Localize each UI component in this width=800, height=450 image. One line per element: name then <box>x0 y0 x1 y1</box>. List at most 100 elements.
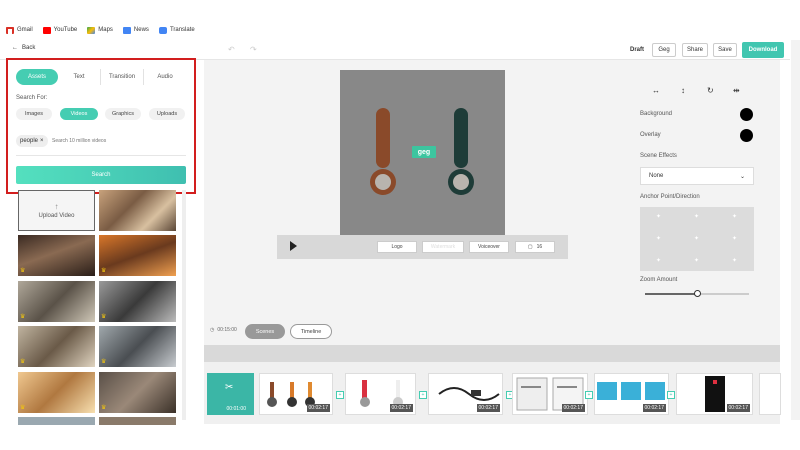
zoom-slider-handle[interactable] <box>694 290 701 297</box>
video-thumbnail[interactable] <box>18 417 95 425</box>
overlay-color-picker[interactable] <box>740 129 753 142</box>
add-scene-button[interactable]: + <box>419 391 427 399</box>
news-icon <box>122 26 131 34</box>
scene-effects-label: Scene Effects <box>640 153 677 159</box>
upload-video-button[interactable]: ↑ Upload Video <box>18 190 95 231</box>
search-button[interactable]: Search <box>16 166 186 184</box>
video-thumbnail[interactable] <box>99 417 176 425</box>
scene-card[interactable]: 00:02:17 <box>512 373 588 415</box>
premium-crown-icon: ♛ <box>101 314 107 320</box>
scene-card[interactable]: 00:02:17 <box>259 373 333 415</box>
premium-crown-icon: ♛ <box>101 359 107 365</box>
anchor-dot[interactable]: ✦ <box>656 257 661 264</box>
scene-card[interactable]: 00:02:17 <box>428 373 503 415</box>
filter-images[interactable]: Images <box>16 108 52 120</box>
filter-videos[interactable]: Videos <box>60 108 98 120</box>
remove-tag-icon[interactable]: × <box>40 138 44 144</box>
canvas-text-overlay[interactable]: geg <box>412 146 436 158</box>
flip-vertical-icon[interactable]: ↕ <box>681 86 685 95</box>
back-button[interactable]: ← Back <box>12 45 35 51</box>
logo-button[interactable]: Logo <box>377 241 417 253</box>
anchor-dot[interactable]: ✦ <box>694 235 699 242</box>
premium-crown-icon: ♛ <box>101 268 107 274</box>
clock-icon: ◷ <box>210 327 215 333</box>
premium-crown-icon: ♛ <box>20 359 26 365</box>
download-button[interactable]: Download <box>742 42 784 58</box>
anchor-point-grid[interactable]: ✦ ✦ ✦ ✦ ✦ ✦ ✦ ✦ ✦ <box>640 207 754 271</box>
video-thumbnail[interactable]: ♛ <box>18 372 95 413</box>
anchor-dot[interactable]: ✦ <box>694 257 699 264</box>
tab-audio[interactable]: Audio <box>144 69 186 85</box>
save-button[interactable]: Save <box>713 43 737 57</box>
add-scene-button[interactable]: + <box>336 391 344 399</box>
background-color-picker[interactable] <box>740 108 753 121</box>
bookmark-youtube[interactable]: YouTube <box>42 26 77 34</box>
background-label: Background <box>640 111 673 117</box>
zoom-label: Zoom Amount <box>640 277 678 283</box>
redo-icon[interactable]: ↷ <box>250 45 257 54</box>
project-name-button[interactable]: Geg <box>652 43 676 57</box>
anchor-dot[interactable]: ✦ <box>656 213 661 220</box>
video-thumbnail[interactable]: ♛ <box>18 235 95 276</box>
premium-crown-icon: ♛ <box>20 268 26 274</box>
watermark-button[interactable]: Watermark <box>422 241 464 253</box>
bookmark-translate[interactable]: Translate <box>158 26 195 34</box>
undo-icon[interactable]: ↶ <box>228 45 235 54</box>
scene-card-partial[interactable] <box>759 373 781 415</box>
add-scene-button[interactable]: + <box>667 391 675 399</box>
bookmark-maps[interactable]: Maps <box>87 26 113 34</box>
scissors-icon: ✂ <box>225 382 234 393</box>
filter-uploads[interactable]: Uploads <box>149 108 185 120</box>
page-scrollbar[interactable] <box>791 40 800 420</box>
anchor-dot[interactable]: ✦ <box>694 213 699 220</box>
tab-text[interactable]: Text <box>58 69 101 85</box>
mirror-icon[interactable]: ⇹ <box>733 86 740 95</box>
search-input[interactable] <box>52 136 182 146</box>
share-button[interactable]: Share <box>682 43 708 57</box>
youtube-icon <box>42 26 51 34</box>
upload-arrow-icon: ↑ <box>54 202 59 211</box>
anchor-dot[interactable]: ✦ <box>732 235 737 242</box>
video-thumbnail[interactable] <box>99 190 176 231</box>
scene-card[interactable]: 00:02:17 <box>594 373 669 415</box>
panel-tabs: Assets Text Transition Audio <box>16 69 186 85</box>
scene-card-intro[interactable]: ✂ 00:01:00 <box>207 373 254 415</box>
anchor-dot[interactable]: ✦ <box>656 235 661 242</box>
bookmark-gmail[interactable]: Gmail <box>6 26 33 34</box>
flip-horizontal-icon[interactable]: ↔ <box>652 86 660 95</box>
overlay-label: Overlay <box>640 132 661 138</box>
scene-card[interactable]: 00:02:17 <box>676 373 753 415</box>
translate-icon <box>158 26 167 34</box>
aspect-ratio-button[interactable]: ▢ 16 <box>515 241 555 253</box>
anchor-label: Anchor Point/Direction <box>640 194 700 200</box>
video-thumbnail[interactable]: ♛ <box>99 372 176 413</box>
arrow-left-icon: ← <box>12 45 18 51</box>
anchor-dot[interactable]: ✦ <box>732 257 737 264</box>
filter-graphics[interactable]: Graphics <box>105 108 141 120</box>
bookmark-news[interactable]: News <box>122 26 149 34</box>
video-thumbnail[interactable]: ♛ <box>18 281 95 322</box>
aspect-square-icon: ▢ <box>527 244 533 250</box>
scene-effects-select[interactable]: None ⌄ <box>640 167 754 185</box>
zoom-slider-fill <box>645 293 697 295</box>
scene-card[interactable]: 00:02:17 <box>345 373 416 415</box>
video-thumbnail[interactable]: ♛ <box>99 235 176 276</box>
voiceover-button[interactable]: Voiceover <box>469 241 509 253</box>
search-for-label: Search For: <box>16 95 48 101</box>
scenes-view-button[interactable]: Scenes <box>245 324 285 339</box>
left-panel-scrollbar[interactable] <box>182 190 186 420</box>
timeline-view-button[interactable]: Timeline <box>290 324 332 339</box>
anchor-dot[interactable]: ✦ <box>732 213 737 220</box>
video-thumbnail[interactable]: ♛ <box>99 281 176 322</box>
add-scene-button[interactable]: + <box>585 391 593 399</box>
search-underline <box>16 155 186 156</box>
draft-label: Draft <box>630 47 645 53</box>
scenes-strip-header <box>204 345 780 362</box>
video-thumbnail[interactable]: ♛ <box>18 326 95 367</box>
rotate-icon[interactable]: ↻ <box>707 86 714 95</box>
play-icon[interactable] <box>290 241 297 251</box>
premium-crown-icon: ♛ <box>20 405 26 411</box>
tab-assets[interactable]: Assets <box>16 69 58 85</box>
video-thumbnail[interactable]: ♛ <box>99 326 176 367</box>
tab-transition[interactable]: Transition <box>101 69 144 85</box>
